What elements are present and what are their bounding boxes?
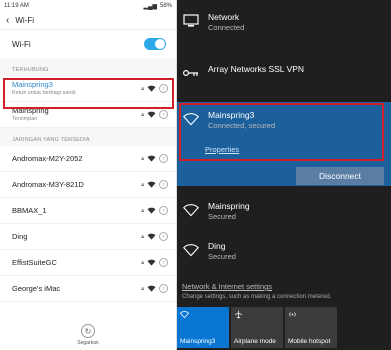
network-computer-icon [182,12,200,30]
wifi-signal-icon [147,259,156,266]
refresh-button[interactable]: ↻ Segarkan [0,324,176,346]
network-item[interactable]: Ding 🔒︎ › [0,224,176,250]
wifi-signal-icon [147,111,156,118]
wifi-network-status: Secured [208,252,236,261]
signal-icon: ▂▄▆ [143,3,157,10]
page-title: Wi-Fi [15,16,34,25]
wifi-toggle-switch[interactable] [144,38,166,50]
lock-icon: 🔒︎ [141,207,144,214]
mobile-hotspot-tile[interactable]: Mobile hotspot [285,307,337,348]
network-item[interactable]: Andromax-M3Y-821D 🔒︎ › [0,172,176,198]
vpn-item[interactable]: Array Networks SSL VPN [177,64,391,82]
status-time: 11:19 AM [4,3,29,9]
refresh-icon: ↻ [81,324,95,338]
network-item[interactable]: Andromax-M2Y-2052 🔒︎ › [0,146,176,172]
lock-icon: 🔒︎ [141,233,144,240]
battery-text: 58% [159,3,172,9]
lock-icon: 🔒︎ [141,111,144,118]
network-name: BBMAX_1 [12,206,47,215]
airplane-icon [235,310,242,319]
network-name: Andromax-M2Y-2052 [12,154,83,163]
windows-network-flyout: Network Connected Array Networks SSL VPN… [177,0,391,350]
wifi-signal-icon [147,233,156,240]
network-details-icon[interactable]: › [159,258,168,267]
network-details-icon[interactable]: › [159,180,168,189]
screenshot-composite: 11:19 AM ▂▄▆ 58% ‹ Wi-Fi Wi-Fi TERHUBUNG… [0,0,391,350]
refresh-label: Segarkan [77,340,99,346]
network-details-icon[interactable]: › [159,206,168,215]
wifi-signal-icon [147,181,156,188]
network-status-item[interactable]: Network Connected [177,12,391,32]
network-name: George's iMac [12,284,61,293]
app-bar: ‹ Wi-Fi [0,12,176,30]
network-name: Ding [12,232,28,241]
wifi-signal-icon [147,155,156,162]
android-wifi-screen: 11:19 AM ▂▄▆ 58% ‹ Wi-Fi Wi-Fi TERHUBUNG… [0,0,177,350]
disconnect-button[interactable]: Disconnect [296,167,384,185]
network-settings-link[interactable]: Network & Internet settings [182,282,272,291]
annotation-highlight-box [3,78,174,109]
wifi-signal-icon [147,207,156,214]
wifi-network-name: Mainspring [208,201,250,211]
network-name: Andromax-M3Y-821D [12,180,84,189]
network-settings-description: Change settings, such as making a connec… [182,294,332,300]
wifi-network-ding[interactable]: Ding Secured [177,241,391,261]
annotation-highlight-box [179,103,384,161]
network-subtitle: Tersimpan [12,115,38,122]
wifi-signal-icon [147,285,156,292]
wifi-toggle-row[interactable]: Wi-Fi [0,30,176,58]
lock-icon: 🔒︎ [141,155,144,162]
network-status: Connected [208,23,245,32]
wifi-network-name: Ding [208,241,226,251]
airplane-mode-tile[interactable]: Airplane mode [231,307,283,348]
wifi-network-status: Secured [208,212,236,221]
back-arrow-icon[interactable]: ‹ [6,15,9,26]
lock-icon: 🔒︎ [141,259,144,266]
wifi-quick-action-tile[interactable]: Mainspring3 [177,307,229,348]
vpn-title: Array Networks SSL VPN [208,64,305,74]
section-header-available: JARINGAN YANG TERSEDIA [0,128,176,146]
lock-icon: 🔒︎ [141,285,144,292]
wifi-icon [182,201,200,219]
switch-knob [155,39,165,49]
lock-icon: 🔒︎ [141,181,144,188]
network-details-icon[interactable]: › [159,110,168,119]
tile-label: Airplane mode [234,338,276,345]
network-details-icon[interactable]: › [159,284,168,293]
network-name: EffistSuiteGC [12,258,57,267]
status-bar: 11:19 AM ▂▄▆ 58% [0,0,176,12]
tile-label: Mobile hotspot [288,338,331,345]
section-header-connected: TERHUBUNG [0,58,176,76]
network-item[interactable]: George's iMac 🔒︎ › [0,276,176,302]
wifi-network-mainspring[interactable]: Mainspring Secured [177,201,391,221]
network-details-icon[interactable]: › [159,232,168,241]
vpn-icon [182,64,200,82]
network-details-icon[interactable]: › [159,154,168,163]
wifi-icon [182,241,200,259]
wifi-toggle-label: Wi-Fi [12,39,31,49]
network-title: Network [208,12,240,22]
wifi-icon [180,311,189,319]
hotspot-icon [289,312,296,317]
network-item[interactable]: EffistSuiteGC 🔒︎ › [0,250,176,276]
network-item[interactable]: BBMAX_1 🔒︎ › [0,198,176,224]
quick-action-tiles: Mainspring3 Airplane mode Mobile hotspot [177,307,337,348]
tile-label: Mainspring3 [180,338,216,345]
